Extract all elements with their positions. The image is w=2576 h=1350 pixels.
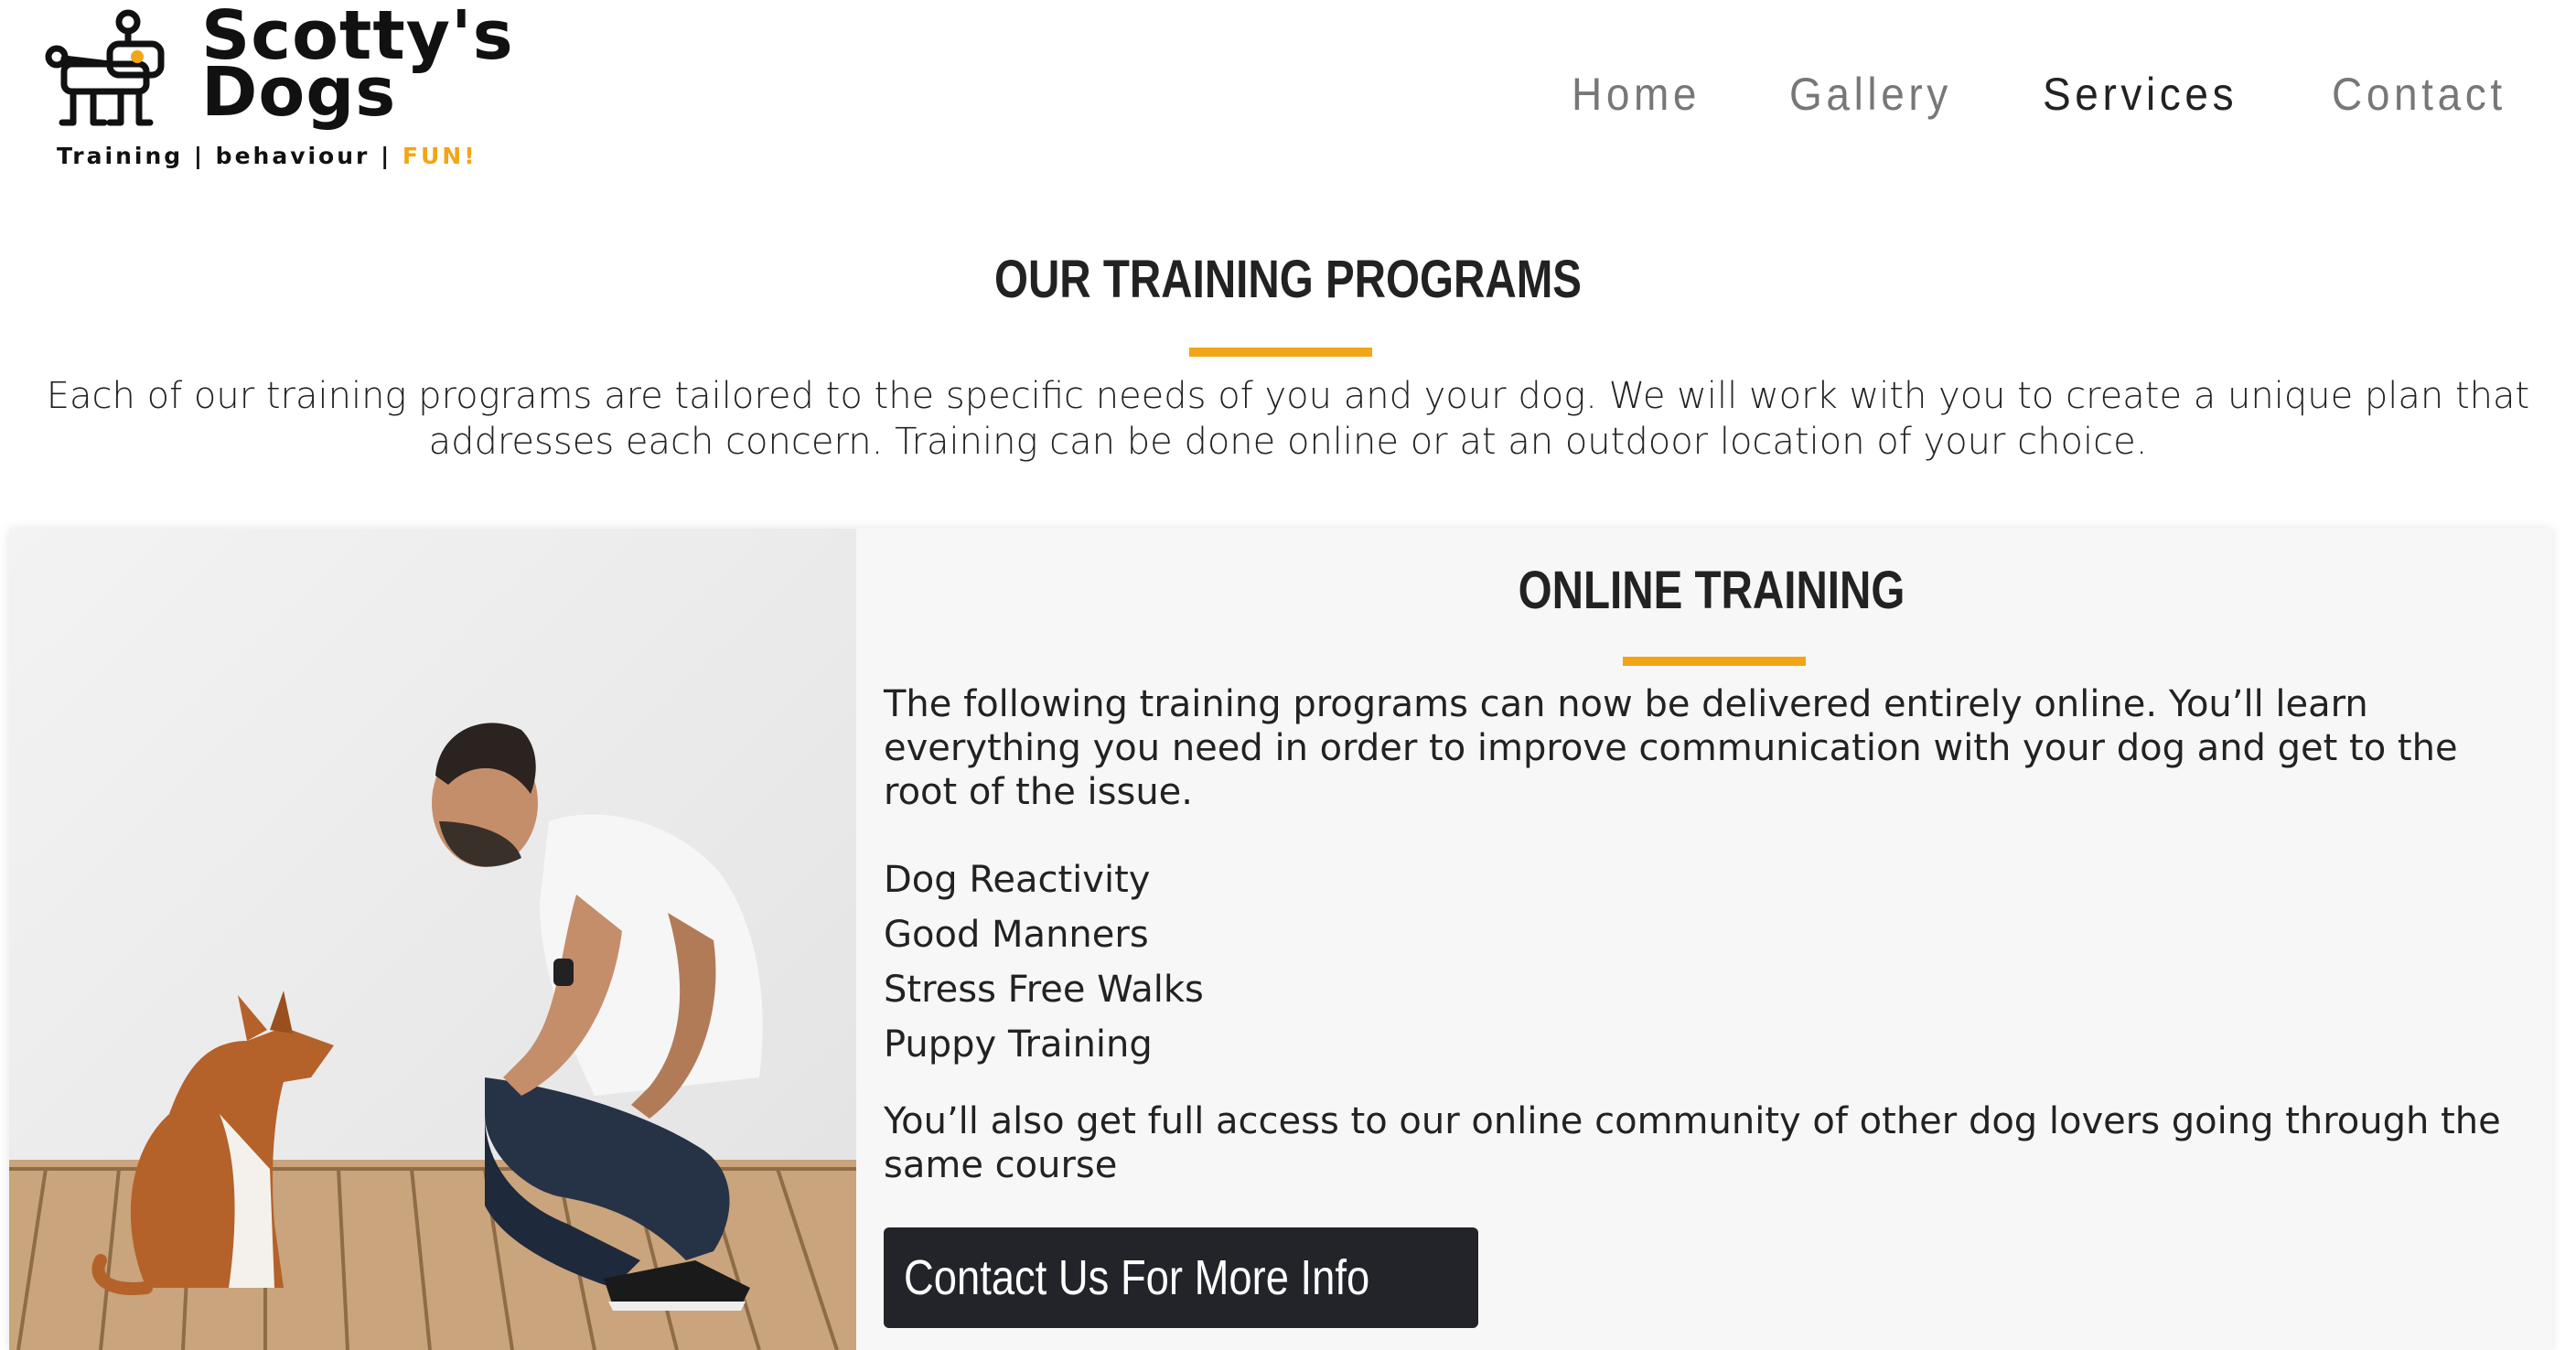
logo-tagline: Training | behaviour | FUN! [57, 143, 478, 169]
online-training-title: ONLINE TRAINING [1518, 561, 1905, 620]
nav-contact[interactable]: Contact [2332, 68, 2506, 121]
main-nav: Home Gallery Services Contact [1572, 68, 2521, 121]
community-text: You’ll also get full access to our onlin… [884, 1100, 2501, 1186]
nav-services[interactable]: Services [2043, 68, 2238, 121]
online-description: The following training programs can now … [884, 683, 2458, 813]
nav-home[interactable]: Home [1572, 68, 1701, 121]
nav-gallery[interactable]: Gallery [1789, 68, 1952, 121]
site-logo[interactable]: Scotty's Dogs Training | behaviour | FUN… [37, 0, 513, 183]
title-underline [1189, 348, 1372, 357]
program-list: Dog Reactivity Good Manners Stress Free … [884, 852, 2512, 1072]
logo-tagline-main: Training | behaviour | [57, 143, 402, 169]
page-title: OUR TRAINING PROGRAMS [993, 250, 1583, 309]
online-training-card: ONLINE TRAINING The following training p… [9, 529, 2552, 1350]
list-item: Dog Reactivity [884, 859, 1151, 901]
list-item: Puppy Training [884, 1023, 1153, 1066]
list-item: Stress Free Walks [884, 969, 1204, 1011]
man-with-dog-illustration [9, 529, 856, 1350]
logo-name: Scotty's Dogs [201, 2, 514, 126]
card-body: The following training programs can now … [884, 682, 2512, 1187]
list-item: Good Manners [884, 914, 1149, 956]
robot-dog-logo-icon [45, 9, 165, 126]
man-with-dog-photo [9, 529, 856, 1350]
logo-tagline-fun: FUN! [402, 143, 478, 169]
contact-us-button[interactable]: Contact Us For More Info [884, 1227, 1479, 1328]
card-title-underline [1623, 657, 1806, 666]
intro-text: Each of our training programs are tailor… [46, 375, 2530, 463]
contact-us-button-label: Contact Us For More Info [904, 1250, 1370, 1305]
